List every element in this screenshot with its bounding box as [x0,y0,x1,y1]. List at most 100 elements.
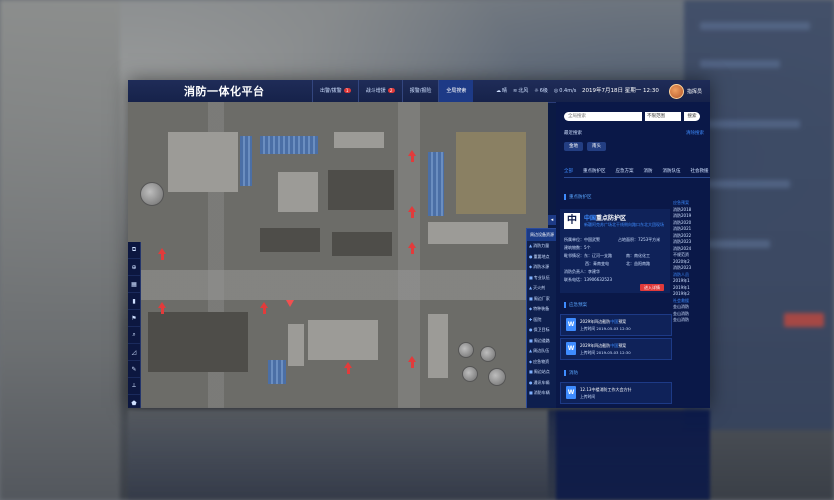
locate-tool-icon[interactable]: ⊕ [128,259,140,276]
collapse-panel-tab[interactable]: ◂ [548,215,556,225]
fire-arrow-marker[interactable] [408,242,416,254]
satellite-map[interactable]: ⧉ ⊕ ▦ ▮ ⚑ ⌕ ◿ ✎ ⟂ ⬟ ⌖ [128,102,548,408]
enter-detail-button[interactable]: 进入详情 [640,284,664,291]
clear-search-link[interactable]: 清除搜索 [686,130,704,136]
layer-item-label: 专业队伍 [533,274,550,280]
app-window: 消防一体化平台 出警/拨警 1 战斗增援 2 报警/报险 全局搜索 ☁ 晴 ≋ 北风 ☼… [128,80,710,408]
section-title-fire: 消防 [564,370,578,376]
key-area-card[interactable]: 中 中国重点防护区 新疆阿克苏广场北干线侧向路口东北大团现场 所属单位：中国武警… [560,209,670,293]
fire-arrow-marker[interactable] [158,302,166,314]
fire-arrow-marker[interactable] [408,356,416,368]
layer-item[interactable]: ■ 周边厂家 [527,294,557,305]
weather-text: 北风 [518,88,529,94]
layer-item[interactable]: ■ 周边道路 [527,336,557,347]
area-field: 消防负责人：李建华 [564,269,600,275]
poi-icon: ● [529,253,533,259]
layer-item[interactable]: ● 通讯车辆 [527,378,557,389]
doc-name-a: 2029年四边截防 [580,319,611,324]
field-key: 消防负责人： [564,269,588,274]
recent-tag[interactable]: 金地 [564,142,583,151]
layer-item[interactable]: ▲ 灭火剂 [527,283,557,294]
fire-arrow-marker[interactable] [408,206,416,218]
layer-item[interactable]: ▲ 周边队伍 [527,346,557,357]
field-key: 联系电话： [564,277,584,282]
layer-item[interactable]: ■ 周边站点 [527,367,557,378]
layer-item[interactable]: ▲ 消防力量 [527,241,557,252]
field-key: 所属单位： [564,237,584,242]
layer-item[interactable]: ◆ 消防水源 [527,262,557,273]
layer-item[interactable]: ■ 专业队伍 [527,273,557,284]
alarm-marker[interactable] [286,300,294,307]
fire-arrow-marker[interactable] [408,150,416,162]
area-title-rest: 重点防护区 [596,215,627,222]
area-field: 毗邻情况：东：辽河一支路 [564,253,612,259]
layer-panel-title: 周边设备资源 [527,229,557,241]
layer-item[interactable]: ● 重要地点 [527,252,557,263]
road-icon: ■ [529,337,533,343]
speed-icon: ◎ [553,88,559,94]
area-field: 占地面积：7253平方米 [618,237,660,243]
vehicle-icon: ■ [529,390,533,395]
field-key: 毗邻情况： [564,253,584,258]
search-input[interactable] [564,112,642,121]
fire-arrow-marker[interactable] [158,248,166,260]
map-building [288,324,304,366]
plan-doc[interactable]: W 2029年四边截防中国预案 上传时间 2019-05-03 12:30 [560,314,672,336]
side-index-list: 应急预案 消防2018 消防2019 消防2020 消防2021 消防2022 消防2023… [673,200,707,324]
grid-tool-icon[interactable]: ▦ [128,276,140,293]
search-row: 不限范围 搜索 [564,112,700,121]
ruler-tool-icon[interactable]: ▮ [128,293,140,310]
layer-tool-icon[interactable]: ⧉ [128,242,140,259]
recent-tag[interactable]: 南头 [587,142,606,151]
map-building [428,152,444,216]
fire-arrow-marker[interactable] [344,362,352,374]
area-tool-icon[interactable]: ◿ [128,344,140,361]
nav-alarm[interactable]: 报警/报险 [401,80,439,102]
layer-item[interactable]: ■ 消防车辆 [527,388,557,399]
plan-doc[interactable]: W 2029年四边截防中国预案 上传时间 2019-05-03 12:30 [560,338,672,360]
nav-reinforce[interactable]: 战斗增援 2 [357,80,402,102]
search-button[interactable]: 搜索 [684,112,700,121]
nav-label: 报警/报险 [409,88,432,94]
pen-tool-icon[interactable]: ✎ [128,361,140,378]
layer-item[interactable]: ✚ 医院 [527,315,557,326]
zoom-tool-icon[interactable]: ⌕ [128,327,140,344]
layer-item-label: 应急物资 [533,358,550,364]
weather-bar: ☁ 晴 ≋ 北风 ☼ 6级 ◎ 0.4m/s [496,80,576,102]
field-value: 7253平方米 [638,237,661,242]
map-tank [462,366,478,382]
avatar[interactable] [669,84,684,99]
fire-arrow-marker[interactable] [260,302,268,314]
measure-tool-icon[interactable]: ⟂ [128,378,140,395]
tab-all[interactable]: 全部 [564,168,573,174]
wind-icon: ≋ [513,88,518,94]
tab-social[interactable]: 社会救援 [691,168,709,174]
tab-fire[interactable]: 消防 [644,168,653,174]
map-building [278,172,318,212]
layer-item[interactable]: ◆ 特种装备 [527,304,557,315]
side-list-item[interactable]: 金山消防 [673,317,707,324]
doc-name: 2029年四边截防中国预案 [580,343,626,349]
relief-icon: ◆ [529,358,533,364]
fire-doc[interactable]: W 12.13中楼消防工作大会方针 上传时间 [560,382,672,404]
map-building [148,312,248,372]
field-value: 中国武警 [584,237,600,242]
reflection-panel [556,410,710,500]
area-field: 联系电话：13906632523 [564,277,612,283]
layer-item[interactable]: ◆ 应急物资 [527,357,557,368]
tab-team[interactable]: 消防队伍 [663,168,681,174]
tab-plan[interactable]: 应急方案 [616,168,634,174]
mark-tool-icon[interactable]: ⚑ [128,310,140,327]
nav-badge: 1 [343,88,351,93]
layer-item[interactable]: ● 保卫目标 [527,325,557,336]
layer-item-label: 周边队伍 [533,348,550,353]
user-menu[interactable]: 指挥员 [669,84,702,99]
field-value: 西：青南变电 [585,261,609,266]
nav-global-search[interactable]: 全局搜索 [438,80,474,102]
area-field: 西：青南变电 [585,261,609,267]
nav-dispatch[interactable]: 出警/拨警 1 [312,80,358,102]
scope-select[interactable]: 不限范围 [645,112,681,121]
draw-tool-icon[interactable]: ⬟ [128,395,140,408]
tab-key-area[interactable]: 重点防护区 [583,168,606,174]
section-title-key-area: 重点防护区 [564,194,592,200]
